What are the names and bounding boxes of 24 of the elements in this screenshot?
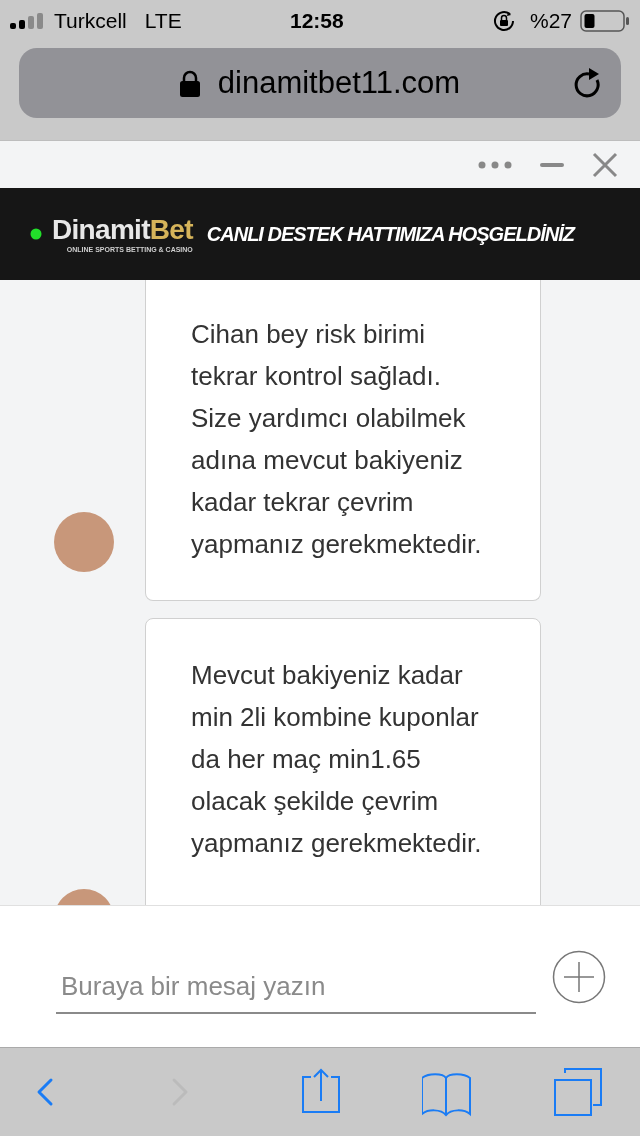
message-composer[interactable]: Buraya bir mesaj yazın	[0, 905, 640, 1047]
banner-headline: CANLI DESTEK HATTIMIZA HOŞGELDİNİZ	[206, 222, 574, 247]
url-text: dinamitbet11.com	[217, 63, 461, 102]
online-dot-icon	[30, 228, 42, 240]
message-input[interactable]: Buraya bir mesaj yazın	[56, 961, 536, 1014]
more-icon[interactable]	[478, 160, 512, 169]
avatar	[54, 512, 114, 572]
network-type: LTE	[144, 8, 182, 35]
battery-icon	[580, 9, 630, 33]
minimize-icon[interactable]	[540, 162, 564, 167]
clock-time: 12:58	[290, 8, 344, 35]
rotation-lock-icon	[491, 9, 516, 33]
close-icon[interactable]	[592, 151, 618, 178]
message-bubble: Mevcut bakiyeniz kadar min 2li kombine kuponlar da her maç min1.65 olacak şekilde çevrim yapmanız gerekmektedir.	[145, 618, 541, 905]
tabs-icon[interactable]	[554, 1068, 602, 1116]
reload-icon[interactable]	[573, 66, 603, 100]
add-icon[interactable]	[552, 949, 606, 1004]
signal-icon	[10, 13, 46, 29]
carrier-name: Turkcell	[54, 8, 127, 35]
brand-logo: DinamitBet	[52, 214, 193, 245]
battery-percentage: %27	[529, 8, 572, 35]
address-bar[interactable]: dinamitbet11.com	[19, 48, 621, 118]
message-bubble: Cihan bey risk birimi tekrar kontrol sağladı. Size yardımcı olabilmek adına mevcut bakiyeniz kadar tekrar çevrim yapmanız gerekmektedir.	[145, 280, 541, 601]
lock-icon	[179, 69, 200, 97]
